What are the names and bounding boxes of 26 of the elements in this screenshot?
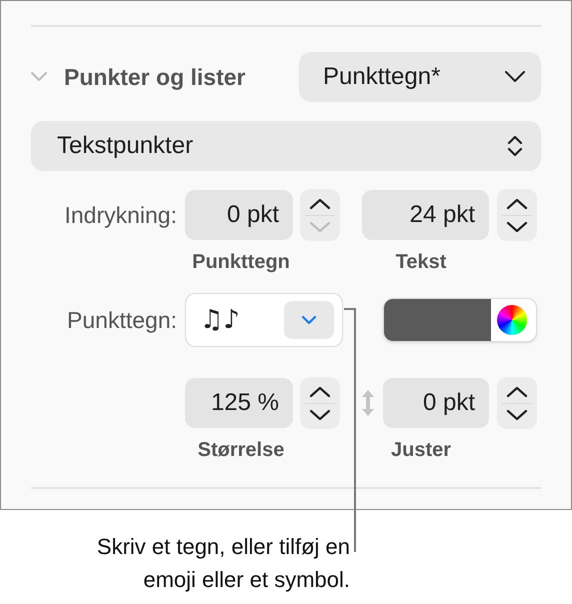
bullet-character: ♫♪ <box>200 304 240 336</box>
section-title: Punkter og lister <box>64 62 246 92</box>
caption: Størrelse <box>196 438 286 463</box>
value-field[interactable]: 24 pkt <box>362 190 489 240</box>
bullet-field[interactable]: ♫♪ <box>185 293 343 347</box>
color-well[interactable] <box>383 298 537 342</box>
caption: Punkttegn <box>191 250 291 275</box>
chevron-down-icon <box>302 316 316 324</box>
stepper[interactable] <box>300 377 340 429</box>
value-field[interactable]: 125 % <box>185 378 293 428</box>
caption: Tekst <box>394 250 448 275</box>
style-dropdown[interactable]: Punkttegn* <box>299 52 541 102</box>
list-type-popup[interactable]: Tekstpunkter <box>31 121 541 171</box>
stepper[interactable] <box>497 377 537 429</box>
callout-text: Skriv et tegn, eller tilføj en emoji eller et symbol. <box>96 533 350 594</box>
value-field[interactable]: 0 pkt <box>185 190 293 240</box>
bullet-label: Punkttegn: <box>66 306 177 335</box>
up-down-chevrons-icon <box>507 135 523 157</box>
caption: Juster <box>390 438 452 463</box>
stepper[interactable] <box>300 189 340 241</box>
vertical-arrows-icon <box>362 390 374 416</box>
value-field[interactable]: 0 pkt <box>383 378 489 428</box>
chevron-down-icon <box>505 71 525 83</box>
stepper[interactable] <box>497 189 537 241</box>
indent-label: Indrykning: <box>63 200 177 230</box>
color-wheel-icon <box>497 305 527 335</box>
